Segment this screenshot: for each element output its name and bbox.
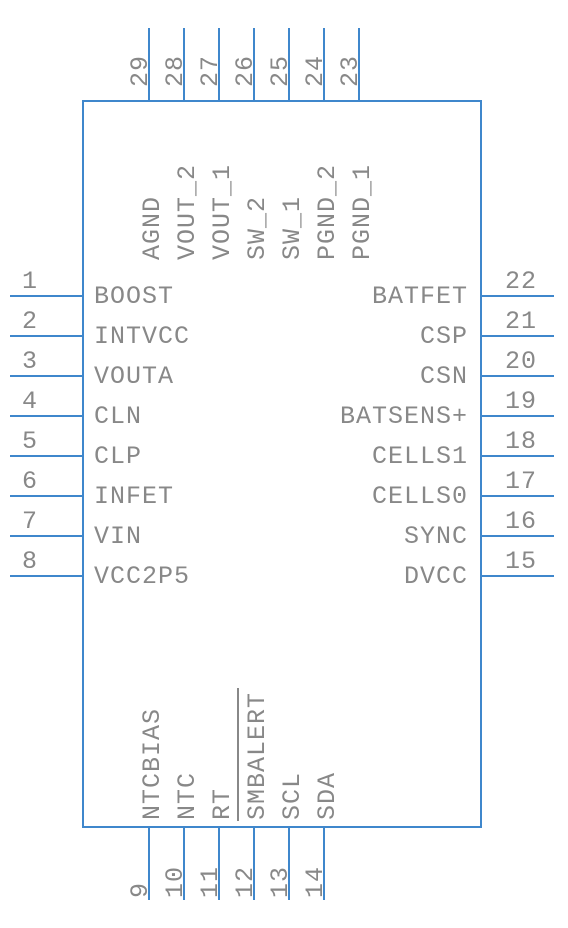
pin-num-19: 19 — [492, 387, 537, 416]
pin-name-12: SMBALERT — [243, 692, 272, 820]
pin-name-15: DVCC — [250, 562, 468, 591]
pin-name-8: VCC2P5 — [94, 562, 190, 591]
pin-num-25: 25 — [266, 55, 295, 87]
pin-num-9: 9 — [126, 882, 155, 898]
pin-lead-7 — [10, 535, 82, 537]
pin-num-26: 26 — [231, 55, 260, 87]
pin-num-1: 1 — [22, 267, 38, 296]
pin-name-19: BATSENS+ — [250, 402, 468, 431]
pin-num-4: 4 — [22, 387, 38, 416]
pin-num-27: 27 — [196, 55, 225, 87]
pin-num-17: 17 — [492, 467, 537, 496]
pin-num-12: 12 — [231, 866, 260, 898]
pin-name-14: SDA — [313, 772, 342, 820]
pin-name-25: SW_1 — [278, 196, 307, 260]
pin-num-22: 22 — [492, 267, 537, 296]
pin-num-10: 10 — [161, 866, 190, 898]
pin-name-26: SW_2 — [243, 196, 272, 260]
pin-name-3: VOUTA — [94, 362, 174, 391]
pin-name-6: INFET — [94, 482, 174, 511]
pin-name-23: PGND_1 — [348, 164, 377, 260]
pin-num-5: 5 — [22, 427, 38, 456]
pin-num-20: 20 — [492, 347, 537, 376]
pin-num-16: 16 — [492, 507, 537, 536]
pin-num-15: 15 — [492, 547, 537, 576]
pin-num-14: 14 — [301, 866, 330, 898]
pin-name-29: AGND — [138, 196, 167, 260]
pin-num-21: 21 — [492, 307, 537, 336]
pin-name-1: BOOST — [94, 282, 174, 311]
ic-symbol: { "pins": { "left": [ { "num": "1", "nam… — [0, 0, 568, 928]
pin-num-13: 13 — [266, 866, 295, 898]
pin-name-28: VOUT_2 — [173, 164, 202, 260]
pin-num-28: 28 — [161, 55, 190, 87]
pin-num-3: 3 — [22, 347, 38, 376]
pin-num-8: 8 — [22, 547, 38, 576]
pin-lead-5 — [10, 455, 82, 457]
pin-name-27: VOUT_1 — [208, 164, 237, 260]
pin-lead-6 — [10, 495, 82, 497]
pin-name-2: INTVCC — [94, 322, 190, 351]
pin-name-10: NTC — [173, 772, 202, 820]
pin-num-23: 23 — [336, 55, 365, 87]
pin-name-11: RT — [208, 788, 237, 820]
pin-name-24: PGND_2 — [313, 164, 342, 260]
pin-name-20: CSN — [250, 362, 468, 391]
pin-lead-8 — [10, 575, 82, 577]
smbalert-overline — [237, 688, 239, 821]
pin-name-16: SYNC — [250, 522, 468, 551]
pin-name-7: VIN — [94, 522, 142, 551]
pin-num-29: 29 — [126, 55, 155, 87]
pin-num-6: 6 — [22, 467, 38, 496]
pin-name-22: BATFET — [250, 282, 468, 311]
pin-num-11: 11 — [196, 866, 225, 898]
pin-num-7: 7 — [22, 507, 38, 536]
pin-name-17: CELLS0 — [250, 482, 468, 511]
pin-num-24: 24 — [301, 55, 330, 87]
pin-name-9: NTCBIAS — [138, 708, 167, 820]
pin-name-21: CSP — [250, 322, 468, 351]
pin-num-2: 2 — [22, 307, 38, 336]
pin-lead-2 — [10, 335, 82, 337]
pin-name-5: CLP — [94, 442, 142, 471]
pin-name-18: CELLS1 — [250, 442, 468, 471]
pin-lead-1 — [10, 295, 82, 297]
pin-name-4: CLN — [94, 402, 142, 431]
pin-name-13: SCL — [278, 772, 307, 820]
pin-num-18: 18 — [492, 427, 537, 456]
pin-lead-3 — [10, 375, 82, 377]
pin-lead-4 — [10, 415, 82, 417]
